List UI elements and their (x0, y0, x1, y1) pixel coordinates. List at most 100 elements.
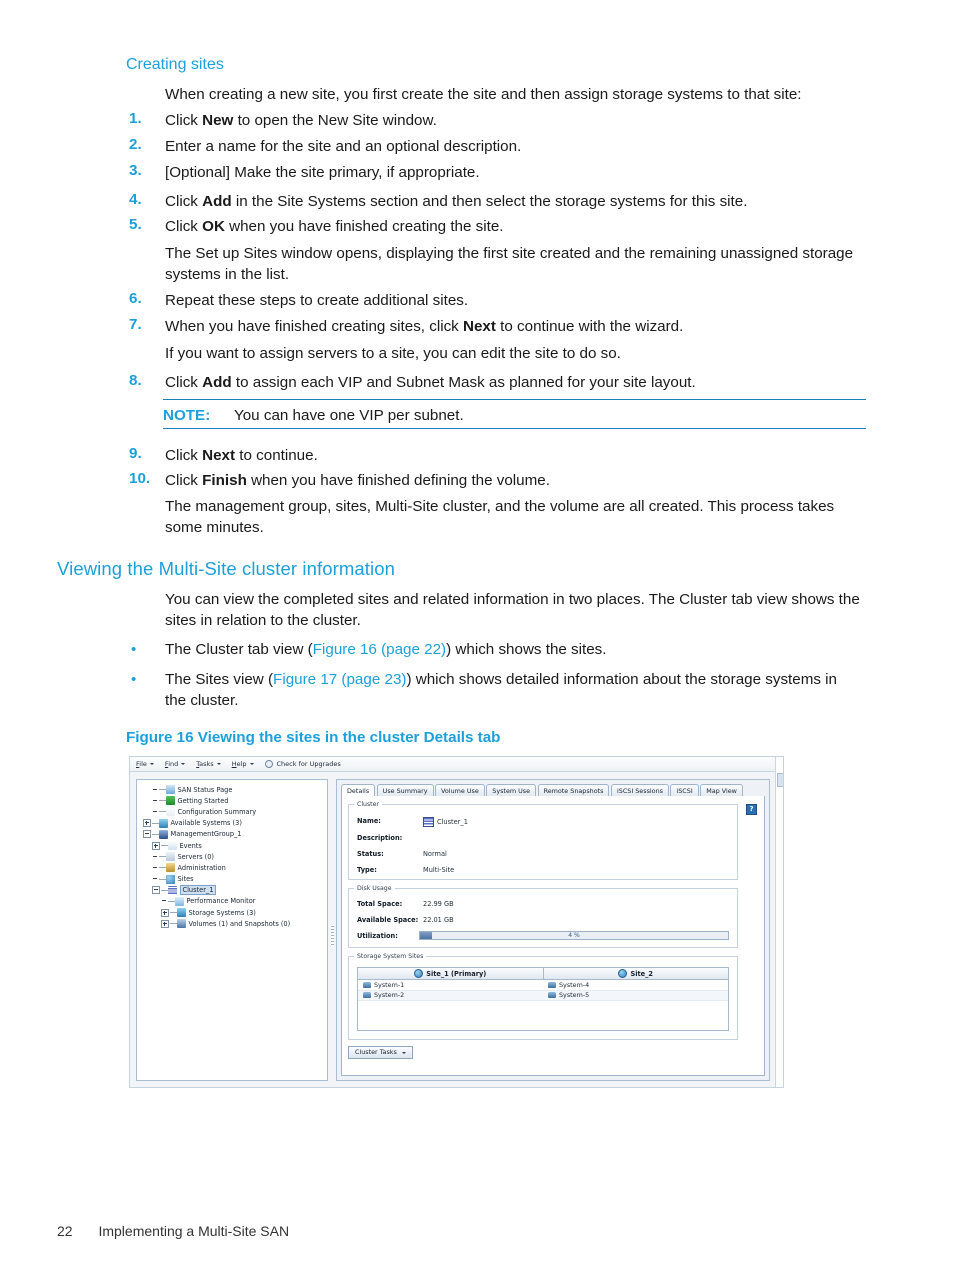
cluster-description-label: Description: (357, 834, 403, 842)
tree-item-label: Configuration Summary (177, 807, 257, 816)
cluster-type-value: Multi-Site (423, 866, 455, 874)
cluster-name-text: Cluster_1 (437, 818, 468, 826)
cluster-group-title: Cluster (354, 801, 382, 808)
collapse-icon[interactable] (152, 886, 160, 895)
volumes-icon (177, 919, 186, 929)
menu-item-file[interactable]: File (136, 760, 154, 768)
utilization-progress-text: 4 % (568, 932, 580, 939)
tree-item-cluster-1[interactable]: Cluster_1 (139, 885, 327, 896)
tab-iscsi[interactable]: iSCSI (670, 784, 699, 796)
tree-connector (161, 845, 168, 847)
page-footer: 22 Implementing a Multi-Site SAN (57, 1223, 289, 1239)
tree-item-label: ManagementGroup_1 (170, 830, 242, 839)
vertical-scrollbar[interactable] (775, 757, 783, 1087)
table-row[interactable]: System-1 System-4 (358, 980, 728, 991)
menu-item-check-for-upgrades[interactable]: Check for Upgrades (264, 760, 341, 768)
tree-item-available-systems-3[interactable]: Available Systems (3) (139, 818, 327, 829)
step-4-text: Click Add in the Site Systems section an… (165, 193, 748, 210)
step-9-number: 9. (129, 445, 142, 462)
help-button[interactable]: ? (746, 804, 757, 815)
storage-system-icon (363, 992, 371, 999)
expand-icon[interactable] (161, 908, 169, 917)
tree-item-events[interactable]: Events (139, 840, 327, 851)
sites-cell-site2-row2[interactable]: System-5 (543, 991, 728, 1001)
sites-cell-label: System-5 (559, 991, 590, 1000)
after-step-10-text: The management group, sites, Multi-Site … (165, 498, 835, 536)
step-8-number: 8. (129, 372, 142, 389)
tree-item-getting-started[interactable]: Getting Started (139, 795, 327, 806)
cluster-name-value: Cluster_1 (423, 817, 468, 827)
tree-connector (170, 912, 177, 914)
sites-cell-label: System-1 (374, 980, 405, 989)
menu-item-find[interactable]: Find (165, 760, 186, 768)
tree-item-volumes-1-and-snapshots-0[interactable]: Volumes (1) and Snapshots (0) (139, 918, 327, 929)
tree-item-label: Administration (177, 863, 226, 872)
menu-item-tasks[interactable]: Tasks (196, 760, 221, 768)
footer-chapter-title: Implementing a Multi-Site SAN (98, 1223, 290, 1239)
tree-item-label: Sites (177, 875, 194, 884)
tree-item-administration[interactable]: Administration (139, 862, 327, 873)
sites-cell-site1-row1[interactable]: System-1 (358, 980, 543, 990)
tab-map-view[interactable]: Map View (700, 784, 743, 796)
tree-connector (170, 923, 177, 925)
chevron-down-icon (249, 763, 254, 765)
tab-system-use[interactable]: System Use (486, 784, 537, 796)
tree-item-managementgroup-1[interactable]: ManagementGroup_1 (139, 829, 327, 840)
viewing-cluster-intro: You can view the completed sites and rel… (165, 591, 860, 629)
creating-sites-intro: When creating a new site, you first crea… (165, 86, 802, 103)
sites-cell-site2-row1[interactable]: System-4 (543, 980, 728, 990)
tree-connector (159, 878, 166, 880)
bullet-1-dot: • (131, 641, 137, 658)
expand-icon[interactable] (143, 819, 151, 828)
collapse-icon[interactable] (143, 830, 151, 839)
available-space-value: 22.01 GB (423, 916, 454, 924)
chevron-down-icon (401, 1051, 406, 1054)
tab-use-summary[interactable]: Use Summary (376, 784, 434, 796)
tree-item-servers-0[interactable]: Servers (0) (139, 851, 327, 862)
bullet-1-text: The Cluster tab view (Figure 16 (page 22… (165, 641, 607, 658)
splitter-grip[interactable] (331, 925, 334, 947)
config-summary-icon (166, 807, 175, 817)
tree-item-storage-systems-3[interactable]: Storage Systems (3) (139, 907, 327, 918)
menu-item-help[interactable]: Help (232, 760, 254, 768)
tree-item-performance-monitor[interactable]: Performance Monitor (139, 896, 327, 907)
sites-icon (166, 874, 175, 884)
step-2-text: Enter a name for the site and an optiona… (165, 138, 522, 155)
tab-strip[interactable]: Details Use Summary Volume Use System Use Re… (341, 783, 765, 797)
navigation-tree[interactable]: SAN Status Page Getting Started Configurat… (137, 780, 327, 929)
tree-item-san-status-page[interactable]: SAN Status Page (139, 784, 327, 795)
cluster-tasks-button[interactable]: Cluster Tasks (348, 1046, 413, 1059)
performance-monitor-icon (175, 896, 184, 906)
vertical-scrollbar-thumb[interactable] (777, 773, 783, 787)
step-2-number: 2. (129, 136, 142, 153)
tree-item-label: Getting Started (177, 796, 229, 805)
note-text: You can have one VIP per subnet. (234, 407, 464, 424)
menu-item-label: Help (231, 760, 247, 768)
tab-iscsi-sessions[interactable]: iSCSI Sessions (610, 784, 669, 796)
tree-item-configuration-summary[interactable]: Configuration Summary (139, 806, 327, 817)
sites-cell-site1-row2[interactable]: System-2 (358, 991, 543, 1001)
total-space-value: 22.99 GB (423, 900, 454, 908)
navigation-tree-panel[interactable]: SAN Status Page Getting Started Configurat… (136, 779, 328, 1081)
tree-item-label: Servers (0) (177, 852, 215, 861)
cluster-icon (168, 885, 177, 895)
globe-icon (618, 969, 628, 978)
storage-system-sites-group: Storage System Sites Site_1 (Primary) Si… (348, 953, 738, 1040)
sites-column-header-site1-label: Site_1 (Primary) (426, 969, 487, 978)
expand-icon[interactable] (152, 841, 160, 850)
sites-column-header-site2[interactable]: Site_2 (544, 968, 729, 979)
tree-item-sites[interactable]: Sites (139, 874, 327, 885)
tree-connector (159, 867, 166, 869)
storage-system-icon (548, 992, 556, 999)
storage-system-sites-table[interactable]: Site_1 (Primary) Site_2 System-1 System-… (357, 967, 729, 1031)
menu-bar[interactable]: File Find Tasks Help Check for Upgrades (130, 757, 778, 772)
cmc-application-window: File Find Tasks Help Check for Upgrades SAN … (130, 757, 778, 1087)
tree-item-label: Cluster_1 (179, 885, 217, 896)
step-3-number: 3. (129, 162, 142, 179)
tab-remote-snapshots[interactable]: Remote Snapshots (537, 784, 610, 796)
sites-column-header-site1[interactable]: Site_1 (Primary) (358, 968, 544, 979)
table-row[interactable]: System-2 System-5 (358, 990, 728, 1001)
section-heading-viewing-cluster-info: Viewing the Multi-Site cluster informati… (57, 558, 396, 579)
tab-volume-use[interactable]: Volume Use (435, 784, 485, 796)
expand-icon[interactable] (161, 919, 169, 928)
